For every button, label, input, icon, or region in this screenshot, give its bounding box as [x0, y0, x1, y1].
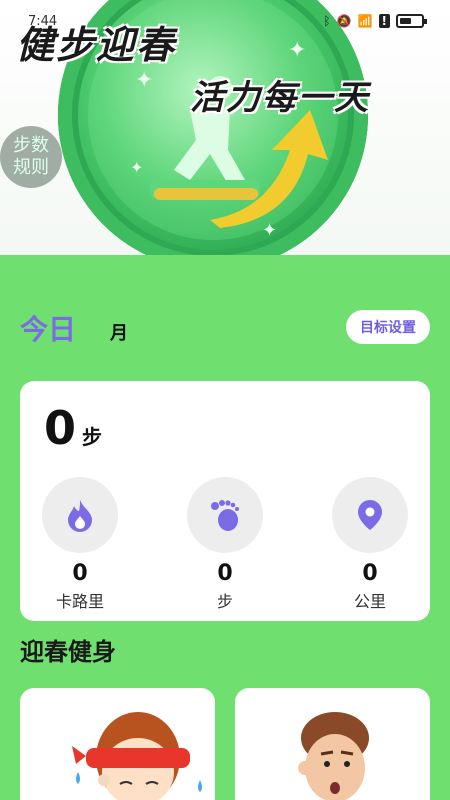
fitness-card[interactable] [235, 688, 430, 800]
bluetooth-icon: ᛒ [323, 14, 331, 28]
banner-title-line2: 活力每一天 [190, 78, 370, 118]
tab-today[interactable]: 今日 [20, 308, 76, 348]
status-time: 7:44 [28, 14, 58, 29]
wifi-icon: 📶 [357, 14, 373, 28]
stat-value: 0 [72, 561, 88, 586]
stat-label: 卡路里 [55, 592, 104, 611]
step-count: 0 [44, 401, 77, 455]
battery-icon [396, 14, 427, 28]
character-illustration [298, 712, 369, 800]
goal-settings-button[interactable]: 目标设置 [346, 310, 430, 344]
stat-calories: 0 卡路里 [40, 477, 120, 612]
status-bar: 7:44 ᛒ 🔕 📶 ! [0, 0, 450, 44]
stat-icon-circle [332, 477, 408, 553]
stat-value: 0 [217, 561, 233, 586]
stat-icon-circle [42, 477, 118, 553]
step-unit: 步 [82, 425, 103, 449]
step-rules-button[interactable]: 步数规则 [0, 126, 62, 188]
arrow-up-icon [210, 110, 328, 228]
status-icons: ᛒ 🔕 📶 ! [323, 14, 427, 28]
tab-month[interactable]: 月 [110, 319, 128, 345]
hero-banner: ✦ ✦ ✦ ✦ 健步迎春 活力每一天 7:44 ᛒ 🔕 📶 ! 步数规则 [0, 0, 450, 255]
period-tabs: 今日 月 [20, 308, 128, 348]
mute-icon: 🔕 [336, 14, 352, 28]
footprint-icon [211, 500, 239, 531]
stat-distance: 0 公里 [330, 477, 410, 612]
sparkle-icon: ✦ [130, 158, 144, 177]
character-illustration [72, 712, 202, 800]
stat-label: 公里 [353, 592, 386, 611]
alert-icon: ! [378, 14, 390, 28]
location-pin-icon [358, 500, 382, 530]
flame-icon [68, 500, 92, 532]
stat-label: 步 [216, 592, 233, 611]
step-total: 0 步 [44, 401, 102, 455]
section-title: 迎春健身 [20, 638, 116, 666]
stat-value: 0 [362, 561, 378, 586]
fitness-card[interactable] [20, 688, 215, 800]
stats-card: 0 步 0 卡路里 0 步 0 公里 [20, 381, 430, 621]
stat-steps: 0 步 [185, 477, 265, 612]
stat-icon-circle [187, 477, 263, 553]
